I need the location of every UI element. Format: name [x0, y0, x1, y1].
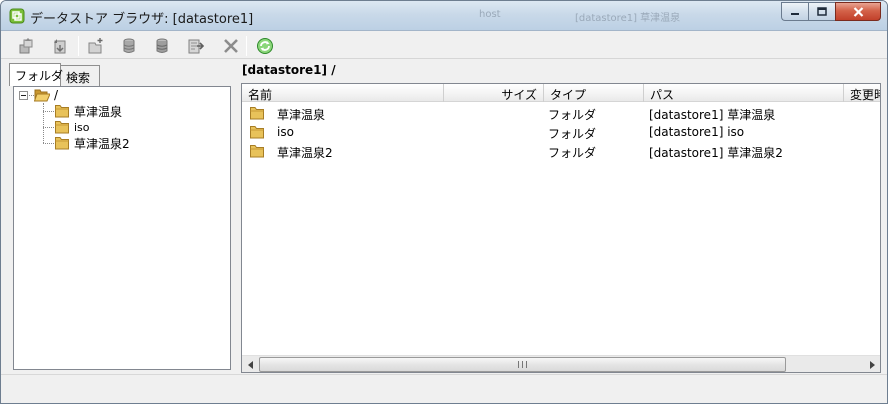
folder-icon	[250, 126, 264, 139]
column-header-name[interactable]: 名前	[242, 84, 444, 102]
folder-icon	[250, 107, 264, 120]
minimize-icon	[791, 12, 799, 15]
close-button[interactable]	[835, 2, 881, 21]
tree-node-label: iso	[74, 120, 90, 134]
row-type: フォルダ	[548, 108, 597, 122]
upload-icon	[19, 38, 33, 54]
column-header-path[interactable]: パス	[644, 84, 844, 102]
tab-search[interactable]: 検索	[60, 65, 100, 86]
new-folder-icon	[88, 38, 103, 54]
row-type: フォルダ	[548, 127, 597, 141]
tree-connector	[43, 103, 44, 143]
folder-tree: / 草津温泉 iso 草津温泉2	[13, 86, 231, 370]
arrow-right-icon	[869, 360, 875, 369]
window-title: データストア ブラウザ: [datastore1]	[30, 12, 254, 27]
status-bar	[1, 374, 887, 403]
datastore-browser-window: データストア ブラウザ: [datastore1] host [datastor…	[0, 0, 888, 404]
refresh-button[interactable]	[254, 35, 276, 57]
maximize-button[interactable]	[808, 2, 835, 21]
toolbar	[1, 32, 887, 59]
tree-node[interactable]: 草津温泉2	[54, 135, 130, 151]
scroll-left-button[interactable]	[242, 356, 259, 372]
scroll-right-button[interactable]	[863, 356, 880, 372]
table-row[interactable]: 草津温泉 フォルダ [datastore1] 草津温泉	[242, 104, 880, 123]
upload-button[interactable]	[15, 35, 37, 57]
datastore-app-icon	[9, 8, 25, 24]
row-path: [datastore1] iso	[649, 125, 745, 139]
file-list-header: 名前 サイズ タイプ パス 変更時	[242, 84, 880, 102]
folder-icon	[55, 105, 69, 118]
download-icon	[54, 39, 66, 54]
move-icon	[188, 39, 205, 54]
row-path: [datastore1] 草津温泉2	[649, 146, 783, 160]
toolbar-separator	[246, 36, 247, 56]
left-panel: フォルダ 検索 / 草津温泉 iso 草津温泉2	[1, 60, 237, 374]
scrollbar-thumb[interactable]	[259, 357, 786, 372]
tree-connector	[43, 127, 54, 128]
toolbar-separator	[78, 36, 79, 56]
row-name: 草津温泉	[277, 108, 326, 122]
tree-collapse-toggle[interactable]	[19, 91, 28, 100]
download-button[interactable]	[49, 35, 71, 57]
grip-icon	[518, 361, 527, 368]
tree-node-root[interactable]: /	[34, 87, 58, 103]
table-row[interactable]: 草津温泉2 フォルダ [datastore1] 草津温泉2	[242, 142, 880, 161]
tree-node[interactable]: 草津温泉	[54, 103, 122, 119]
tree-connector	[43, 143, 54, 144]
folder-icon	[250, 145, 264, 158]
delete-button[interactable]	[220, 35, 242, 57]
tree-node[interactable]: iso	[54, 119, 90, 135]
open-folder-icon	[34, 89, 50, 102]
close-icon	[853, 6, 863, 17]
maximize-icon	[817, 7, 827, 16]
column-header-type[interactable]: タイプ	[544, 84, 644, 102]
current-path: [datastore1] /	[242, 63, 336, 77]
delete-icon	[224, 39, 238, 53]
move-button[interactable]	[185, 35, 207, 57]
row-type: フォルダ	[548, 146, 597, 160]
title-bar-ghost-text: [datastore1] 草津温泉	[575, 13, 681, 24]
arrow-left-icon	[247, 360, 253, 369]
tree-node-label: 草津温泉	[74, 104, 123, 119]
file-list: 名前 サイズ タイプ パス 変更時 草津温泉 フォルダ [datastore1]…	[241, 83, 881, 373]
datastore-remove-button[interactable]	[151, 35, 173, 57]
tree-node-label: /	[54, 88, 59, 102]
column-header-modified[interactable]: 変更時	[844, 84, 880, 102]
window-controls	[781, 2, 881, 21]
minimize-button[interactable]	[781, 2, 808, 21]
column-header-size[interactable]: サイズ	[444, 84, 544, 102]
row-name: iso	[277, 125, 294, 139]
tree-connector	[43, 111, 54, 112]
folder-icon	[55, 137, 69, 150]
refresh-icon	[257, 38, 273, 54]
tab-folders[interactable]: フォルダ	[9, 63, 63, 86]
folder-icon	[55, 121, 69, 134]
new-folder-button[interactable]	[85, 35, 107, 57]
horizontal-scrollbar[interactable]	[242, 355, 880, 372]
datastore-remove-icon	[156, 38, 168, 53]
title-bar[interactable]: データストア ブラウザ: [datastore1] host [datastor…	[1, 1, 887, 31]
datastore-icon	[123, 38, 135, 53]
tree-node-label: 草津温泉2	[74, 136, 130, 151]
table-row[interactable]: iso フォルダ [datastore1] iso	[242, 123, 880, 142]
row-name: 草津温泉2	[277, 146, 333, 160]
row-path: [datastore1] 草津温泉	[649, 108, 776, 122]
datastore-button[interactable]	[118, 35, 140, 57]
title-bar-ghost-text: host	[479, 9, 501, 20]
